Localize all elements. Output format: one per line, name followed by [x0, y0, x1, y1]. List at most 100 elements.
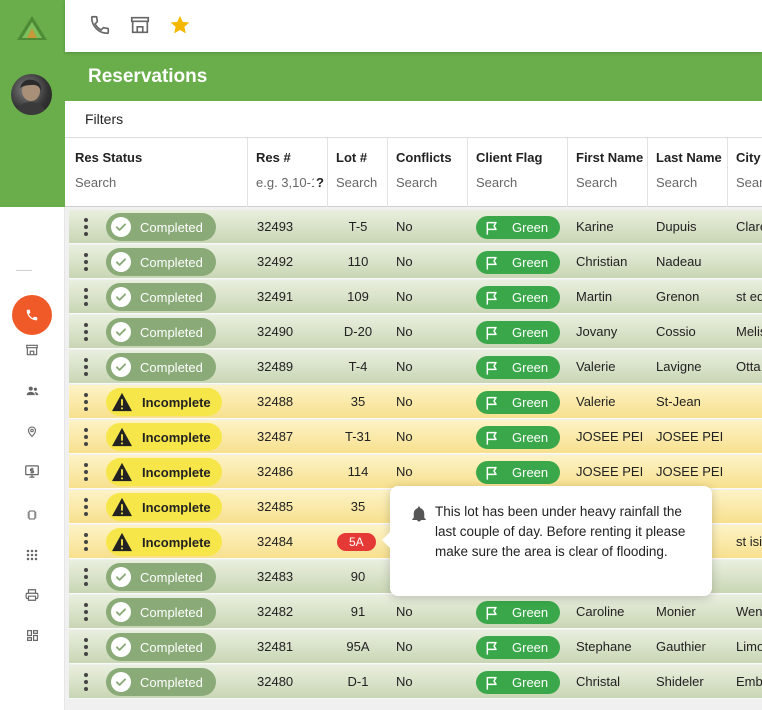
- client-flag-badge[interactable]: Green: [476, 391, 560, 414]
- row-menu-icon[interactable]: [83, 463, 89, 481]
- status-badge[interactable]: Completed: [106, 668, 216, 696]
- status-badge[interactable]: Completed: [106, 248, 216, 276]
- last-name: Shideler: [656, 674, 704, 689]
- row-menu-icon[interactable]: [83, 638, 89, 656]
- avatar[interactable]: [11, 74, 52, 115]
- status-badge[interactable]: Completed: [106, 633, 216, 661]
- table-row[interactable]: Incomplete 32486 114 No Green JOSEE PEI JOSEE …: [69, 455, 762, 489]
- search-input[interactable]: Search: [576, 175, 617, 190]
- sidebar-item-devices[interactable]: [22, 506, 42, 524]
- search-input[interactable]: Search: [396, 175, 437, 190]
- search-input[interactable]: Search: [656, 175, 697, 190]
- table-row[interactable]: Completed 32489 T-4 No Green Valerie Lavigne Ot…: [69, 350, 762, 384]
- table-row[interactable]: Completed 32491 109 No Green Martin Grenon st e…: [69, 280, 762, 314]
- client-flag-badge[interactable]: Green: [476, 321, 560, 344]
- table-row[interactable]: Completed 32480 D-1 No Green Christal Shideler…: [69, 665, 762, 699]
- sidebar-item-payments[interactable]: [22, 462, 42, 480]
- column-header[interactable]: City: [736, 150, 761, 165]
- status-badge[interactable]: Incomplete: [106, 528, 222, 556]
- status-badge[interactable]: Incomplete: [106, 388, 222, 416]
- logo-icon[interactable]: [15, 14, 49, 42]
- column-header[interactable]: Res #: [256, 150, 291, 165]
- table-row[interactable]: Completed 32493 T-5 No Green Karine Dupuis Clar…: [69, 210, 762, 244]
- row-menu-icon[interactable]: [83, 218, 89, 236]
- row-menu-icon[interactable]: [83, 603, 89, 621]
- table-row[interactable]: Completed 32490 D-20 No Green Jovany Cossio Mel…: [69, 315, 762, 349]
- first-name: JOSEE PEI: [576, 464, 644, 479]
- client-flag-badge[interactable]: Green: [476, 671, 560, 694]
- sidebar-item-print[interactable]: [22, 586, 42, 604]
- search-input[interactable]: e.g. 3,10-1: [256, 175, 314, 190]
- table-row[interactable]: Completed 32492 110 No Green Christian Nadeau: [69, 245, 762, 279]
- last-name: Dupuis: [656, 219, 697, 234]
- help-icon[interactable]: ?: [316, 175, 324, 190]
- first-name: Karine: [576, 219, 614, 234]
- client-flag-badge[interactable]: Green: [476, 426, 560, 449]
- res-number: 32489: [257, 359, 294, 374]
- row-menu-icon[interactable]: [83, 323, 89, 341]
- column-header[interactable]: Conflicts: [396, 150, 452, 165]
- column-header[interactable]: Res Status: [75, 150, 142, 165]
- row-menu-icon[interactable]: [83, 253, 89, 271]
- filters-bar[interactable]: Filters: [65, 101, 762, 138]
- sidebar-item-dashboard[interactable]: [22, 626, 42, 644]
- client-flag-badge[interactable]: Green: [476, 356, 560, 379]
- flag-label: Green: [512, 325, 549, 340]
- conflicts-value: No: [396, 464, 413, 479]
- search-input[interactable]: Search: [75, 175, 116, 190]
- client-flag-badge[interactable]: Green: [476, 216, 560, 239]
- table-row[interactable]: Completed 32482 91 No Green Caroline Monier Wen: [69, 595, 762, 629]
- column-header[interactable]: Last Name: [656, 150, 722, 165]
- status-badge[interactable]: Incomplete: [106, 458, 222, 486]
- column-header[interactable]: Client Flag: [476, 150, 542, 165]
- status-badge[interactable]: Completed: [106, 563, 216, 591]
- city: st isi: [736, 534, 762, 549]
- status-badge[interactable]: Completed: [106, 598, 216, 626]
- row-menu-icon[interactable]: [83, 393, 89, 411]
- status-badge[interactable]: Completed: [106, 353, 216, 381]
- sidebar-item-people[interactable]: [22, 382, 42, 400]
- column-header[interactable]: Lot #: [336, 150, 367, 165]
- row-menu-icon[interactable]: [83, 358, 89, 376]
- flag-icon: [484, 290, 500, 306]
- status-badge[interactable]: Completed: [106, 283, 216, 311]
- row-menu-icon[interactable]: [83, 673, 89, 691]
- status-badge[interactable]: Incomplete: [106, 493, 222, 521]
- client-flag-badge[interactable]: Green: [476, 251, 560, 274]
- phone-button[interactable]: [88, 13, 112, 37]
- filters-toggle[interactable]: Filters: [85, 111, 123, 127]
- page-header: Reservations: [65, 52, 762, 101]
- status-badge[interactable]: Completed: [106, 318, 216, 346]
- table-row[interactable]: Completed 32481 95A No Green Stephane Gauthier…: [69, 630, 762, 664]
- lot-alert-badge[interactable]: 5A: [337, 533, 376, 551]
- row-menu-icon[interactable]: [83, 498, 89, 516]
- client-flag-badge[interactable]: Green: [476, 286, 560, 309]
- search-input[interactable]: Search: [736, 175, 762, 190]
- sidebar-item-location[interactable]: [22, 422, 42, 440]
- search-input[interactable]: Search: [476, 175, 517, 190]
- client-flag-badge[interactable]: Green: [476, 601, 560, 624]
- status-badge[interactable]: Completed: [106, 213, 216, 241]
- sidebar-item-apps[interactable]: [22, 546, 42, 564]
- table-row[interactable]: Incomplete 32487 T-31 No Green JOSEE PEI JOSEE…: [69, 420, 762, 454]
- sidebar-item-store[interactable]: [22, 341, 42, 359]
- lot-number: 35: [350, 499, 366, 514]
- status-badge[interactable]: Incomplete: [106, 423, 222, 451]
- row-menu-icon[interactable]: [83, 428, 89, 446]
- table-row[interactable]: Incomplete 32488 35 No Green Valerie St-Jean: [69, 385, 762, 419]
- client-flag-badge[interactable]: Green: [476, 636, 560, 659]
- city: Clare: [736, 219, 762, 234]
- last-name: Nadeau: [656, 254, 702, 269]
- store-button[interactable]: [128, 13, 152, 37]
- favorite-button[interactable]: [168, 13, 192, 37]
- row-menu-icon[interactable]: [83, 533, 89, 551]
- row-menu-icon[interactable]: [83, 568, 89, 586]
- row-menu-icon[interactable]: [83, 288, 89, 306]
- warning-icon: [111, 532, 133, 552]
- res-number: 32481: [257, 639, 294, 654]
- client-flag-badge[interactable]: Green: [476, 461, 560, 484]
- last-name: Lavigne: [656, 359, 702, 374]
- search-input[interactable]: Search: [336, 175, 377, 190]
- sidebar-item-phone[interactable]: [12, 295, 52, 335]
- column-header[interactable]: First Name: [576, 150, 643, 165]
